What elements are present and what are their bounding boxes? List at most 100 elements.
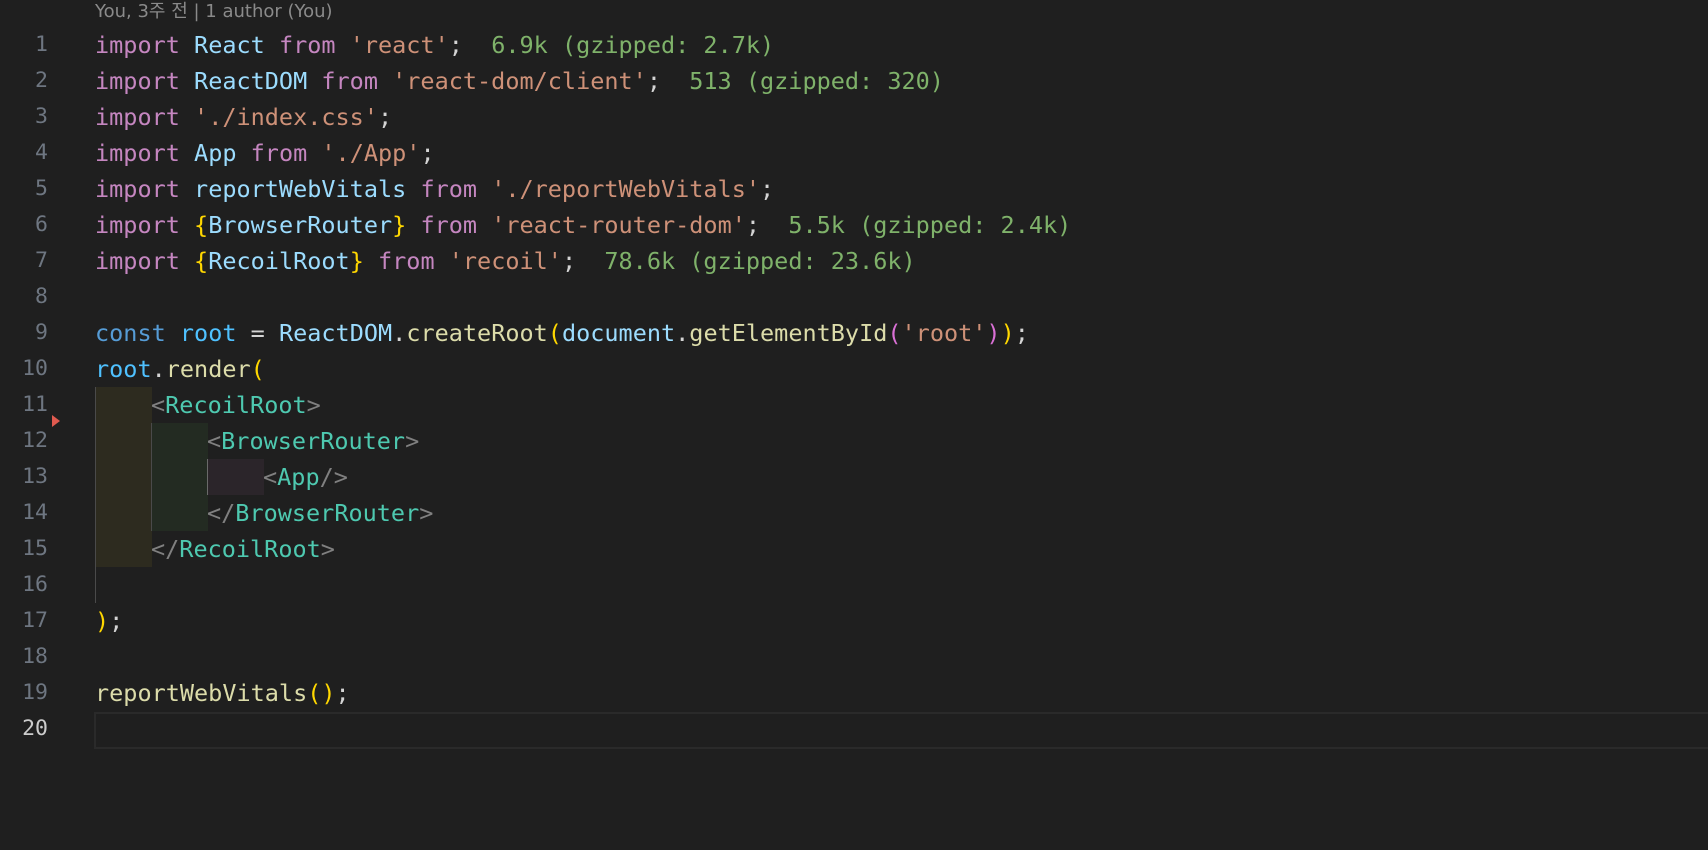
keyword: from — [378, 247, 435, 275]
variable: root — [95, 355, 152, 383]
function-name: reportWebVitals — [95, 679, 308, 707]
line-number: 16 — [22, 572, 48, 597]
line-number: 1 — [35, 32, 48, 57]
code-line[interactable]: <App/> — [95, 459, 1708, 495]
folding-arrow-icon[interactable] — [52, 415, 60, 427]
brace: { — [194, 247, 209, 275]
code-line-empty[interactable] — [95, 279, 1708, 315]
indent-guide — [95, 387, 152, 423]
string-literal: 'react-dom/client' — [392, 67, 647, 95]
indent-guide — [95, 459, 152, 495]
line-number: 19 — [22, 680, 48, 705]
line-number: 6 — [35, 212, 48, 237]
code-line[interactable]: import {BrowserRouter} from 'react-route… — [95, 207, 1708, 243]
line-number: 7 — [35, 248, 48, 273]
line-number: 12 — [22, 428, 48, 453]
punctuation: . — [675, 319, 690, 347]
string-literal: 'react' — [349, 31, 449, 59]
keyword: import — [95, 175, 180, 203]
code-line[interactable]: <BrowserRouter> — [95, 423, 1708, 459]
code-line[interactable]: import {RecoilRoot} from 'recoil'; 78.6k… — [95, 243, 1708, 279]
indent-guide — [151, 495, 208, 531]
tag-bracket: < — [207, 427, 222, 455]
codelens-blame[interactable]: You, 3주 전 | 1 author (You) — [95, 1, 333, 23]
indent-guide — [95, 423, 152, 459]
identifier: React — [194, 31, 265, 59]
keyword: from — [321, 67, 378, 95]
tag-bracket: > — [320, 535, 335, 563]
paren: ) — [986, 319, 1001, 347]
line-number-active: 20 — [22, 716, 48, 741]
tag-bracket: < — [263, 463, 278, 491]
punctuation: ; — [377, 103, 393, 131]
line-number: 2 — [35, 68, 48, 93]
string-literal: 'root' — [901, 319, 987, 347]
paren: ( — [547, 319, 562, 347]
current-line-highlight — [94, 712, 1708, 749]
identifier: reportWebVitals — [194, 175, 407, 203]
line-number: 13 — [22, 464, 48, 489]
tag-bracket: > — [405, 427, 420, 455]
paren: ( — [250, 355, 265, 383]
identifier: BrowserRouter — [208, 211, 393, 239]
paren: () — [307, 679, 336, 707]
tag-bracket: > — [419, 499, 434, 527]
string-literal: 'recoil' — [448, 247, 562, 275]
punctuation: ; — [335, 679, 350, 707]
punctuation: ; — [745, 211, 761, 239]
code-line[interactable]: root.render( — [95, 351, 1708, 387]
variable: root — [179, 319, 237, 347]
punctuation: . — [392, 319, 407, 347]
brace: { — [194, 211, 209, 239]
keyword: from — [420, 175, 478, 203]
jsx-tag: RecoilRoot — [179, 535, 321, 563]
line-number: 4 — [35, 140, 48, 165]
code-line[interactable]: const root = ReactDOM.createRoot(documen… — [95, 315, 1708, 351]
punctuation: ; — [561, 247, 577, 275]
function-name: getElementById — [689, 319, 888, 347]
code-line-current[interactable] — [94, 711, 1708, 749]
indent-guide — [95, 531, 152, 567]
indent-guide — [207, 459, 264, 495]
function-name: render — [165, 355, 251, 383]
code-line[interactable]: import './index.css'; — [95, 99, 1708, 135]
code-line[interactable]: </BrowserRouter> — [95, 495, 1708, 531]
paren: ) — [95, 607, 110, 635]
paren: ( — [887, 319, 902, 347]
punctuation: ; — [646, 67, 661, 95]
code-line-empty[interactable] — [95, 639, 1708, 675]
function-name: createRoot — [406, 319, 548, 347]
keyword: import — [95, 67, 180, 95]
punctuation: ; — [1014, 319, 1029, 347]
brace: } — [349, 247, 364, 275]
code-line[interactable]: reportWebVitals(); — [95, 675, 1708, 711]
code-line[interactable]: import App from './App'; — [95, 135, 1708, 171]
keyword: import — [95, 31, 180, 59]
code-line[interactable]: import ReactDOM from 'react-dom/client';… — [95, 63, 1708, 99]
code-line[interactable]: </RecoilRoot> — [95, 531, 1708, 567]
import-cost-hint: 6.9k (gzipped: 2.7k) — [491, 31, 775, 59]
code-line[interactable]: ); — [95, 603, 1708, 639]
keyword: from — [278, 31, 336, 59]
indent-guide — [151, 459, 208, 495]
keyword: import — [95, 103, 180, 131]
keyword: from — [420, 211, 478, 239]
code-editor[interactable]: import React from 'react'; 6.9k (gzipped… — [94, 27, 1708, 749]
code-line[interactable]: <RecoilRoot> — [95, 387, 1708, 423]
punctuation: . — [151, 355, 166, 383]
identifier: App — [194, 139, 237, 167]
string-literal: './reportWebVitals' — [491, 175, 761, 203]
line-number: 8 — [35, 284, 48, 309]
code-line[interactable]: import reportWebVitals from './reportWeb… — [95, 171, 1708, 207]
indent-guide — [151, 423, 208, 459]
brace: } — [392, 211, 407, 239]
indent-guide — [95, 495, 152, 531]
punctuation: ; — [109, 607, 124, 635]
code-line[interactable]: import React from 'react'; 6.9k (gzipped… — [95, 27, 1708, 63]
tag-bracket: > — [306, 391, 321, 419]
paren: ) — [1000, 319, 1015, 347]
line-number: 18 — [22, 644, 48, 669]
code-line-empty[interactable] — [95, 567, 1708, 603]
jsx-tag: BrowserRouter — [235, 499, 420, 527]
jsx-tag: BrowserRouter — [221, 427, 406, 455]
